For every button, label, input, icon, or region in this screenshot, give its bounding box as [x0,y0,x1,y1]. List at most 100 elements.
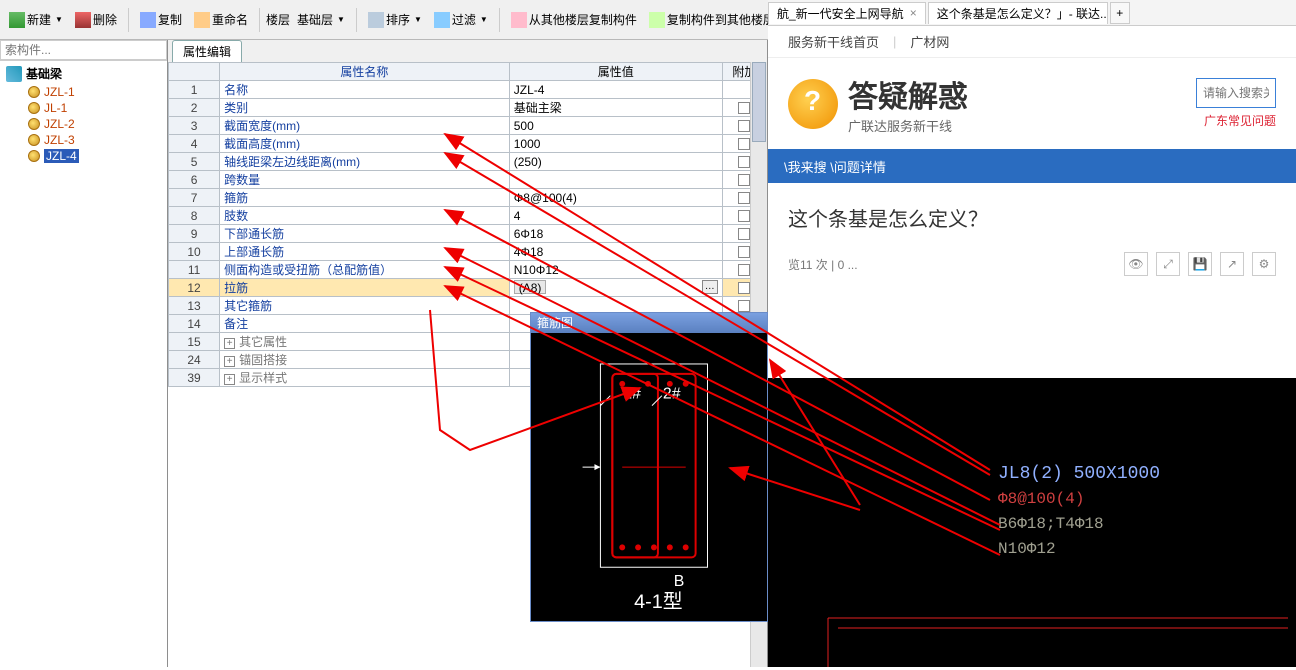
tb-copy-from[interactable]: 从其他楼层复制构件 [506,8,642,31]
expand-icon[interactable]: + [224,374,235,385]
tree-item[interactable]: JZL-1 [0,84,167,100]
question-icon [788,79,838,129]
ellipsis-button[interactable]: … [702,280,718,294]
property-row[interactable]: 10上部通长筋4Φ18 [169,243,767,261]
gear-icon[interactable]: ⚙ [1252,252,1276,276]
prop-value[interactable]: 4Φ18 [509,243,722,261]
checkbox[interactable] [738,174,750,186]
prop-value[interactable]: (A8)… [509,279,722,297]
tb-copy[interactable]: 复制 [135,8,187,31]
link-guide[interactable]: 广材网 [910,32,949,51]
checkbox[interactable] [738,120,750,132]
browser-tab-1[interactable]: 航_新一代安全上网导航× [768,2,926,24]
share-icon[interactable]: ↗ [1220,252,1244,276]
property-row[interactable]: 5轴线距梁左边线距离(mm)(250) [169,153,767,171]
row-number: 11 [169,261,220,279]
tb-new[interactable]: 新建▼ [4,8,68,31]
checkbox[interactable] [738,138,750,150]
beam-icon [6,66,22,82]
expand-icon[interactable]: ⤢ [1156,252,1180,276]
checkbox[interactable] [738,264,750,276]
meta-text: 览11 次 | 0 ... [788,256,858,273]
browser-panel: 航_新一代安全上网导航× 这个条基是怎么定义？」- 联达...× + 服务新干线… [768,0,1296,667]
breadcrumb[interactable]: \我来搜 \问题详情 [784,157,886,176]
property-row[interactable]: 1名称JZL-4 [169,81,767,99]
tb-filter[interactable]: 过滤▼ [429,8,493,31]
tree-item[interactable]: JZL-4 [0,148,167,164]
property-row[interactable]: 6跨数量 [169,171,767,189]
tree-item[interactable]: JZL-2 [0,116,167,132]
expand-icon[interactable]: + [224,356,235,367]
row-number: 7 [169,189,220,207]
tb-delete[interactable]: 删除 [70,8,122,31]
row-number: 10 [169,243,220,261]
prop-value[interactable]: Φ8@100(4) [509,189,722,207]
checkbox[interactable] [738,156,750,168]
prop-name: 轴线距梁左边线距离(mm) [220,153,510,171]
prop-value[interactable]: 1000 [509,135,722,153]
property-row[interactable]: 9下部通长筋6Φ18 [169,225,767,243]
prop-name: 截面宽度(mm) [220,117,510,135]
search-input[interactable] [0,40,167,60]
expand-icon[interactable]: + [224,338,235,349]
hot-question[interactable]: 广东常见问题 [1204,112,1276,129]
stirrup-canvas: 1# 2# B 4-1型 [531,333,767,623]
property-row[interactable]: 8肢数4 [169,207,767,225]
svg-text:N10Φ12: N10Φ12 [998,540,1056,558]
tree-item-label: JZL-4 [44,149,79,163]
prop-value[interactable]: 4 [509,207,722,225]
tree-item[interactable]: JL-1 [0,100,167,116]
property-row[interactable]: 2类别基础主梁 [169,99,767,117]
delete-icon [75,12,91,28]
property-row[interactable]: 3截面宽度(mm)500 [169,117,767,135]
tab-property-edit[interactable]: 属性编辑 [172,40,242,62]
prop-name: 拉筋 [220,279,510,297]
property-row[interactable]: 4截面高度(mm)1000 [169,135,767,153]
component-icon [28,118,40,130]
prop-name: 肢数 [220,207,510,225]
tree-item-label: JZL-2 [44,117,75,131]
property-row[interactable]: 11侧面构造或受扭筋（总配筋值）N10Φ12 [169,261,767,279]
checkbox[interactable] [738,282,750,294]
save-icon[interactable]: 💾 [1188,252,1212,276]
prop-value[interactable] [509,171,722,189]
checkbox[interactable] [738,246,750,258]
property-row[interactable]: 7箍筋Φ8@100(4) [169,189,767,207]
prop-value[interactable]: 基础主梁 [509,99,722,117]
tb-rename[interactable]: 重命名 [189,8,253,31]
checkbox[interactable] [738,210,750,222]
left-panel: 基础梁 JZL-1JL-1JZL-2JZL-3JZL-4 [0,40,168,667]
link-home[interactable]: 服务新干线首页 [788,32,879,51]
prop-name: +锚固搭接 [220,351,510,369]
checkbox[interactable] [738,228,750,240]
prop-name: 其它箍筋 [220,297,510,315]
browser-search-input[interactable] [1196,78,1276,108]
breadcrumb-bar: \我来搜 \问题详情 [768,149,1296,183]
browser-tab-2[interactable]: 这个条基是怎么定义？」- 联达...× [928,2,1108,24]
checkbox[interactable] [738,192,750,204]
col-name: 属性名称 [220,63,510,81]
tb-copy-to[interactable]: 复制构件到其他楼层 [644,8,780,31]
row-number: 12 [169,279,220,297]
browser-hero: 答疑解惑 广联达服务新干线 广东常见问题 [768,58,1296,149]
checkbox[interactable] [738,102,750,114]
prop-value[interactable]: JZL-4 [509,81,722,99]
prop-value[interactable]: (250) [509,153,722,171]
browser-tabs: 航_新一代安全上网导航× 这个条基是怎么定义？」- 联达...× + [768,0,1296,26]
prop-value[interactable]: N10Φ12 [509,261,722,279]
hero-title: 答疑解惑 [848,72,968,116]
tb-floor-select[interactable]: 基础层▼ [292,8,350,31]
new-tab-button[interactable]: + [1110,2,1130,24]
copy-from-icon [511,12,527,28]
view-icon[interactable]: 👁 [1124,252,1148,276]
tree-root[interactable]: 基础梁 [0,63,167,84]
tb-sort[interactable]: 排序▼ [363,8,427,31]
checkbox[interactable] [738,300,750,312]
hero-sub: 广联达服务新干线 [848,116,968,135]
tree-item[interactable]: JZL-3 [0,132,167,148]
close-icon[interactable]: × [910,6,917,20]
prop-value[interactable]: 6Φ18 [509,225,722,243]
prop-value[interactable]: 500 [509,117,722,135]
property-row[interactable]: 12拉筋(A8)… [169,279,767,297]
cad-viewer[interactable]: JL8(2) 500X1000 Φ8@100(4) B6Φ18;T4Φ18 N1… [768,378,1296,667]
